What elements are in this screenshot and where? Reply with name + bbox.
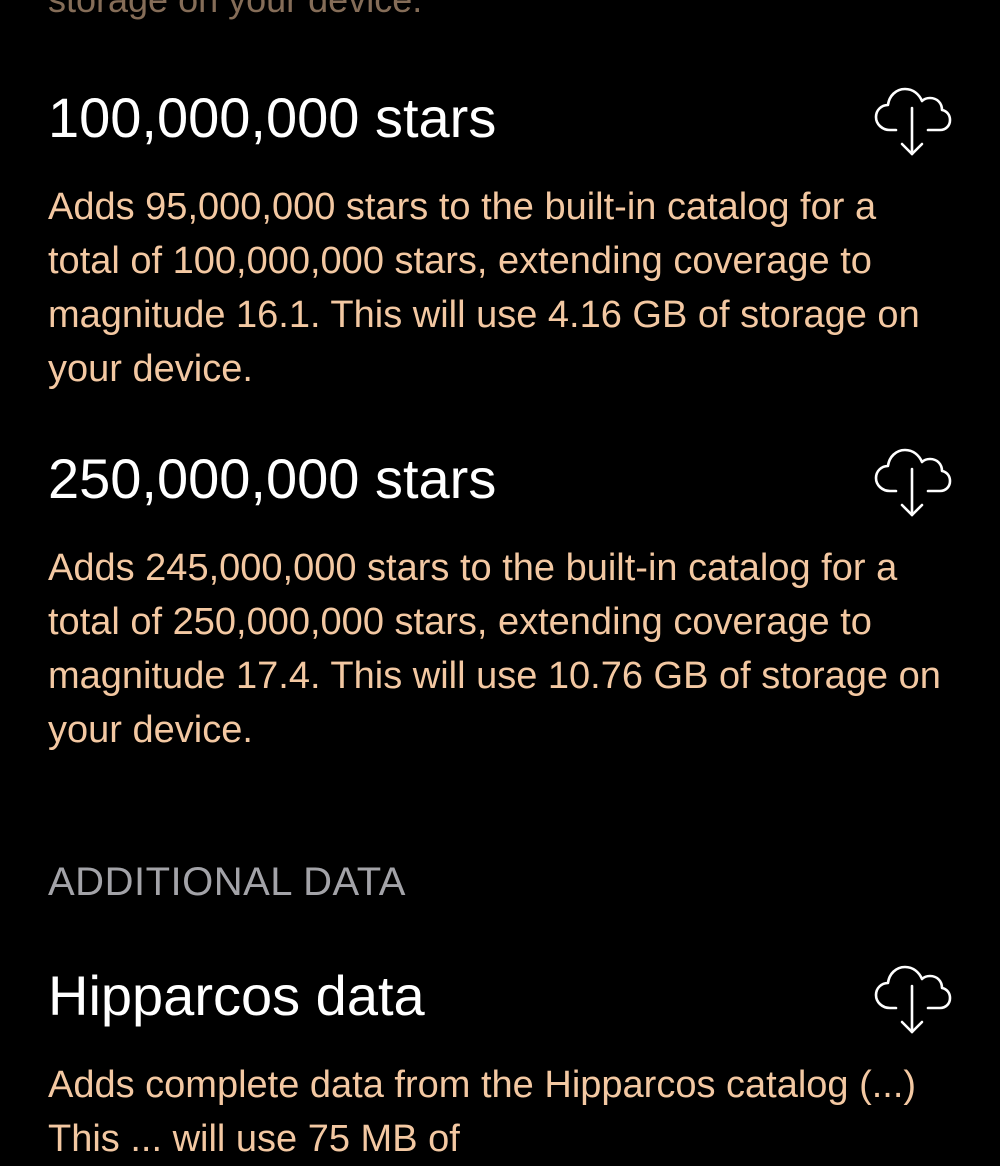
catalog-item-description: Adds 245,000,000 stars to the built-in c… <box>48 547 941 751</box>
catalog-item-100m: 100,000,000 stars Adds 95,000,000 stars … <box>48 86 952 396</box>
cloud-download-icon <box>874 448 952 517</box>
download-250m-button[interactable] <box>872 447 952 519</box>
download-hipparcos-button[interactable] <box>872 964 952 1036</box>
previous-item-description-fragment: storage on your device. <box>48 0 422 22</box>
additional-item-hipparcos: Hipparcos data Adds complete data from t… <box>48 964 952 1166</box>
catalog-item-title: 250,000,000 stars <box>48 447 497 510</box>
catalog-item-250m: 250,000,000 stars Adds 245,000,000 stars… <box>48 447 952 757</box>
cloud-download-icon <box>874 965 952 1034</box>
download-100m-button[interactable] <box>872 86 952 158</box>
additional-item-title: Hipparcos data <box>48 964 425 1027</box>
additional-item-description: Adds complete data from the Hipparcos ca… <box>48 1064 917 1160</box>
section-header-additional-data: ADDITIONAL DATA <box>48 860 406 904</box>
catalog-item-title: 100,000,000 stars <box>48 86 497 149</box>
catalog-item-description: Adds 95,000,000 stars to the built-in ca… <box>48 186 920 390</box>
cloud-download-icon <box>874 87 952 156</box>
